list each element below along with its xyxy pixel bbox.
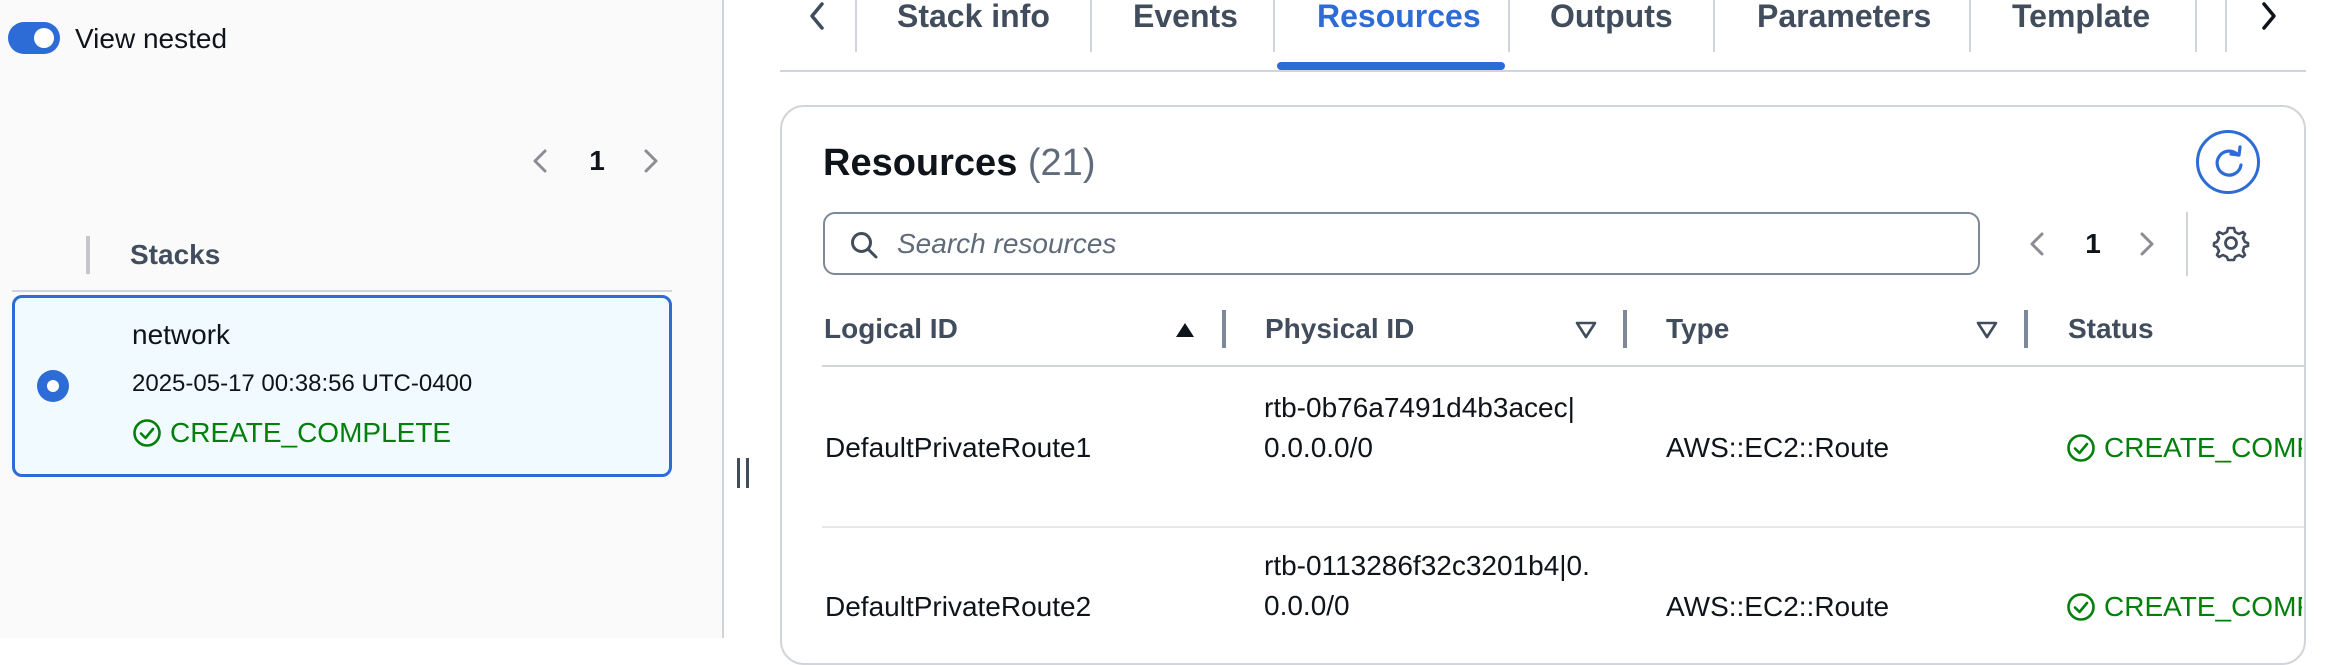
sort-descending-icon[interactable]	[1975, 318, 1999, 342]
cell-logical-id: DefaultPrivateRoute1	[825, 432, 1092, 463]
tab-separator	[1273, 0, 1275, 52]
cell-physical-id: rtb-0113286f32c3201b4|0.0.0.0/0	[1264, 550, 1590, 621]
success-check-icon	[2066, 433, 2096, 463]
tab-stack-info[interactable]: Stack info	[897, 0, 1050, 70]
tab-separator	[2195, 0, 2197, 52]
resources-count: (21)	[1027, 142, 1096, 184]
page-number[interactable]: 1	[582, 143, 612, 179]
status-text: CREATE_COMP	[2104, 591, 2302, 622]
refresh-icon	[2215, 145, 2243, 177]
resources-heading: Resources (21)	[823, 140, 1095, 186]
cell-physical-id: rtb-0b76a7491d4b3acec|0.0.0.0/0	[1264, 392, 1575, 463]
stack-radio-button[interactable]	[37, 370, 69, 402]
tab-outputs[interactable]: Outputs	[1550, 0, 1673, 70]
cell-logical-id: DefaultPrivateRoute2	[825, 591, 1092, 622]
stack-timestamp: 2025-05-17 00:38:56 UTC-0400	[132, 370, 473, 397]
success-check-icon	[132, 418, 162, 448]
stack-status: CREATE_COMPLETE	[132, 416, 451, 450]
tabs-scroll-left-icon[interactable]	[800, 0, 836, 34]
tab-events[interactable]: Events	[1133, 0, 1238, 70]
tab-template[interactable]: Template	[2012, 0, 2150, 70]
active-tab-indicator	[1277, 62, 1505, 70]
cell-type: AWS::EC2::Route	[1666, 432, 1890, 463]
column-divider[interactable]	[1623, 310, 1627, 348]
column-header-logical-id[interactable]: Logical ID	[824, 312, 958, 346]
tab-separator	[1713, 0, 1715, 52]
row-divider	[822, 526, 2304, 528]
column-header-status[interactable]: Status	[2068, 312, 2154, 346]
radio-dot	[47, 380, 59, 392]
search-input[interactable]	[897, 224, 1957, 264]
tab-separator	[1508, 0, 1510, 52]
tabs-scroll-right-icon[interactable]	[2250, 0, 2286, 34]
column-divider[interactable]	[1222, 310, 1226, 348]
stack-name: network	[132, 319, 231, 350]
column-divider[interactable]	[2024, 310, 2028, 348]
header-divider	[12, 290, 672, 292]
column-header-type[interactable]: Type	[1666, 312, 1729, 346]
resize-handle-icon[interactable]	[735, 458, 753, 488]
cell-status: CREATE_COMP	[2066, 428, 2302, 468]
stack-status-text: CREATE_COMPLETE	[170, 417, 452, 448]
sort-ascending-icon[interactable]	[1173, 318, 1197, 342]
chevron-right-icon[interactable]	[2132, 226, 2162, 262]
tab-separator	[855, 0, 857, 52]
page-number[interactable]: 1	[2078, 226, 2108, 262]
success-check-icon	[2066, 592, 2096, 622]
tab-parameters[interactable]: Parameters	[1757, 0, 1931, 70]
table-header-divider	[822, 365, 2304, 367]
tab-separator	[1090, 0, 1092, 52]
view-nested-label: View nested	[75, 23, 228, 54]
panel-divider	[722, 0, 724, 638]
chevron-right-icon[interactable]	[636, 143, 666, 179]
stacks-panel: View nested 1 Stacks network 2025-05-17 …	[0, 0, 722, 638]
gear-icon[interactable]	[2212, 224, 2250, 262]
chevron-left-icon[interactable]	[2022, 226, 2052, 262]
cell-type: AWS::EC2::Route	[1666, 591, 1890, 622]
cell-status: CREATE_COMP	[2066, 587, 2302, 627]
tab-resources[interactable]: Resources	[1317, 0, 1481, 70]
column-header-physical-id[interactable]: Physical ID	[1265, 312, 1414, 346]
tab-separator	[2225, 0, 2227, 52]
search-icon	[849, 230, 879, 260]
search-box[interactable]	[823, 212, 1980, 275]
stack-item-network[interactable]: network 2025-05-17 00:38:56 UTC-0400 CRE…	[12, 295, 672, 477]
refresh-button[interactable]	[2196, 130, 2260, 194]
column-divider	[86, 236, 90, 274]
tabs-divider	[780, 70, 2306, 72]
pager-divider	[2186, 212, 2188, 276]
view-nested-toggle[interactable]	[8, 22, 60, 54]
toggle-knob	[34, 28, 54, 48]
tab-separator	[1969, 0, 1971, 52]
chevron-left-icon[interactable]	[525, 143, 555, 179]
sort-descending-icon[interactable]	[1574, 318, 1598, 342]
stacks-column-header: Stacks	[130, 239, 221, 270]
status-text: CREATE_COMP	[2104, 432, 2302, 463]
resources-title: Resources	[823, 142, 1018, 184]
